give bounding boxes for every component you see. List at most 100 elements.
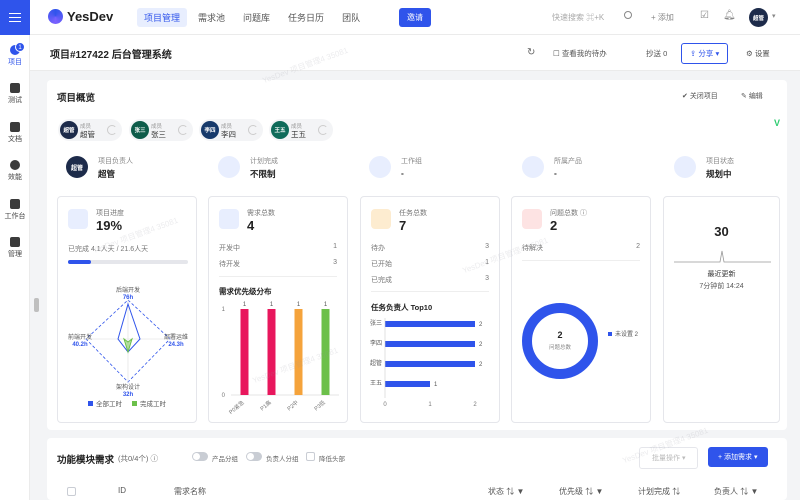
chevron-down-icon[interactable]: ▾ — [772, 12, 776, 20]
my-todo-label: 查看我的待办 — [561, 49, 607, 58]
nav-calendar[interactable]: 任务日历 — [281, 8, 331, 27]
toggle-label: 负责人分组 — [266, 456, 299, 463]
settings-button[interactable]: ⚙ 设置 — [746, 48, 770, 59]
info-value: 超管 — [98, 169, 116, 179]
panel-count-text: (共0/4个) — [118, 454, 149, 463]
sidebar-item-workbench[interactable]: 工作台 — [0, 199, 30, 221]
column-header-label: 负责人 — [714, 487, 738, 496]
y-tick-label: 张三 — [370, 319, 382, 327]
bar-chart-icon — [68, 209, 88, 229]
column-header-priority[interactable]: 优先级 ⇅ ▼ — [559, 486, 603, 497]
reduce-header-checkbox[interactable] — [306, 452, 315, 461]
column-header-label: 状态 — [488, 487, 504, 496]
refresh-icon[interactable]: ↻ — [527, 47, 535, 58]
test-icon — [10, 83, 20, 93]
close-project-label: 关闭项目 — [689, 93, 718, 100]
owner-group-toggle[interactable] — [246, 452, 262, 461]
nav-project[interactable]: 项目管理 — [137, 8, 188, 27]
stat-row: 已完成 3 — [371, 275, 489, 285]
requirements-label: 需求总数 — [247, 210, 275, 217]
legend-label: 完成工时 — [140, 399, 167, 408]
bar — [385, 321, 475, 327]
bar — [385, 361, 475, 367]
share-button[interactable]: ⇪ 分享 ▾ — [681, 43, 729, 64]
column-header-name[interactable]: 需求名称 — [174, 486, 206, 497]
bell-icon[interactable]: 🔔︎ — [723, 10, 736, 21]
info-value: 规划中 — [706, 169, 732, 179]
search-icon[interactable] — [624, 11, 632, 19]
sidebar-item-project[interactable]: 项目 1 — [0, 42, 30, 67]
x-tick-label: P1高 — [258, 398, 273, 412]
x-tick-label: P0紧急 — [227, 398, 246, 416]
add-menu[interactable]: + 添加 — [651, 12, 674, 23]
x-tick-label: 2 — [473, 402, 477, 408]
member-avatar: 张三 — [131, 121, 149, 139]
batch-action-button[interactable]: 批量操作 ▾ — [639, 447, 699, 469]
legend-swatch — [608, 332, 612, 336]
cc-count[interactable]: 抄送 0 — [646, 48, 667, 59]
row-key: 已开始 — [371, 261, 392, 268]
sidebar-item-docs[interactable]: 文档 — [0, 122, 30, 144]
issues-label-text: 问题总数 — [550, 210, 578, 217]
edit-project-button[interactable]: ✎ 编辑 — [741, 91, 763, 101]
invite-button[interactable]: 邀请 — [399, 8, 431, 27]
row-value: 3 — [485, 275, 489, 282]
assistant-icon[interactable]: V — [774, 118, 780, 128]
member-chip[interactable]: 李四 成员 李四 — [199, 119, 263, 141]
info-value: 不限制 — [250, 169, 276, 179]
task-icon — [371, 209, 391, 229]
search-input[interactable]: 快速搜索 ⌘+K — [552, 12, 604, 23]
close-project-button[interactable]: ✔ 关闭项目 — [682, 91, 718, 101]
member-chip[interactable]: 张三 成员 张三 — [129, 119, 193, 141]
menu-icon[interactable] — [0, 0, 30, 35]
activity-card: 30 最近更新 7分钟前 14:24 — [663, 196, 780, 423]
progress-value: 19% — [96, 218, 123, 233]
avatar[interactable]: 超管 — [749, 8, 768, 27]
x-tick-label: 0 — [383, 402, 387, 408]
legend-label: 未设置 2 — [615, 330, 639, 338]
logo[interactable]: YesDev — [48, 9, 113, 24]
divider — [219, 276, 337, 277]
column-header-owner[interactable]: 负责人 ⇅ ▼ — [714, 486, 758, 497]
member-chip[interactable]: 超管 成员 超管 — [58, 119, 122, 141]
my-todo-button[interactable]: ☐ 查看我的待办 — [553, 48, 607, 59]
add-requirement-button[interactable]: + 添加需求 ▾ — [708, 447, 768, 467]
sidebar-item-test[interactable]: 测试 — [0, 83, 30, 105]
nav-issues[interactable]: 问题库 — [236, 8, 277, 27]
column-header-status[interactable]: 状态 ⇅ ▼ — [488, 486, 524, 497]
sidebar-item-efficiency[interactable]: 效能 — [0, 160, 30, 182]
progress-ring-icon — [318, 125, 328, 135]
column-header-plan[interactable]: 计划完成 ⇅ — [638, 486, 680, 497]
radar-axis-label: 后端开发 — [116, 286, 140, 294]
progress-ring-icon — [248, 125, 258, 135]
member-chip[interactable]: 王五 成员 王五 — [269, 119, 333, 141]
column-header-id[interactable]: ID — [118, 486, 126, 495]
pie-icon — [10, 160, 20, 170]
x-tick-label: 1 — [428, 402, 432, 408]
member-avatar: 王五 — [271, 121, 289, 139]
nav-team[interactable]: 团队 — [335, 8, 367, 27]
sidebar-item-label: 效能 — [8, 174, 22, 181]
sidebar-collapse-handle[interactable] — [34, 298, 39, 312]
bar — [321, 309, 330, 395]
product-group-toggle[interactable] — [192, 452, 208, 461]
data-label: 1 — [324, 302, 328, 308]
batch-label: 批量操作 — [652, 455, 680, 462]
radar-chart: 后端开发 76h 部署运维 24.3h 架构设计 32h 前端开发 40.2h … — [68, 286, 188, 408]
member-name: 王五 — [291, 130, 306, 139]
edit-project-label: 编辑 — [748, 93, 763, 100]
sidebar-item-label: 管理 — [8, 251, 22, 258]
priority-bar-chart: 0 1 1 P0紧急 1 P1高 1 P2中 1 P3低 — [222, 302, 339, 416]
radar-axis-value: 24.3h — [168, 342, 184, 348]
data-label: 2 — [479, 362, 483, 368]
info-label: 计划完成 — [250, 158, 278, 165]
donut-value: 2 — [557, 330, 562, 340]
select-all-checkbox[interactable] — [67, 487, 76, 496]
info-value: - — [401, 168, 404, 178]
nav-requirements[interactable]: 需求池 — [191, 8, 232, 27]
member-name: 超管 — [80, 130, 95, 139]
sidebar-item-admin[interactable]: 管理 — [0, 237, 30, 259]
info-label: 项目状态 — [706, 158, 734, 165]
radar-axis-value: 40.2h — [72, 342, 88, 348]
checkbox-icon[interactable]: ☑ — [699, 10, 710, 21]
